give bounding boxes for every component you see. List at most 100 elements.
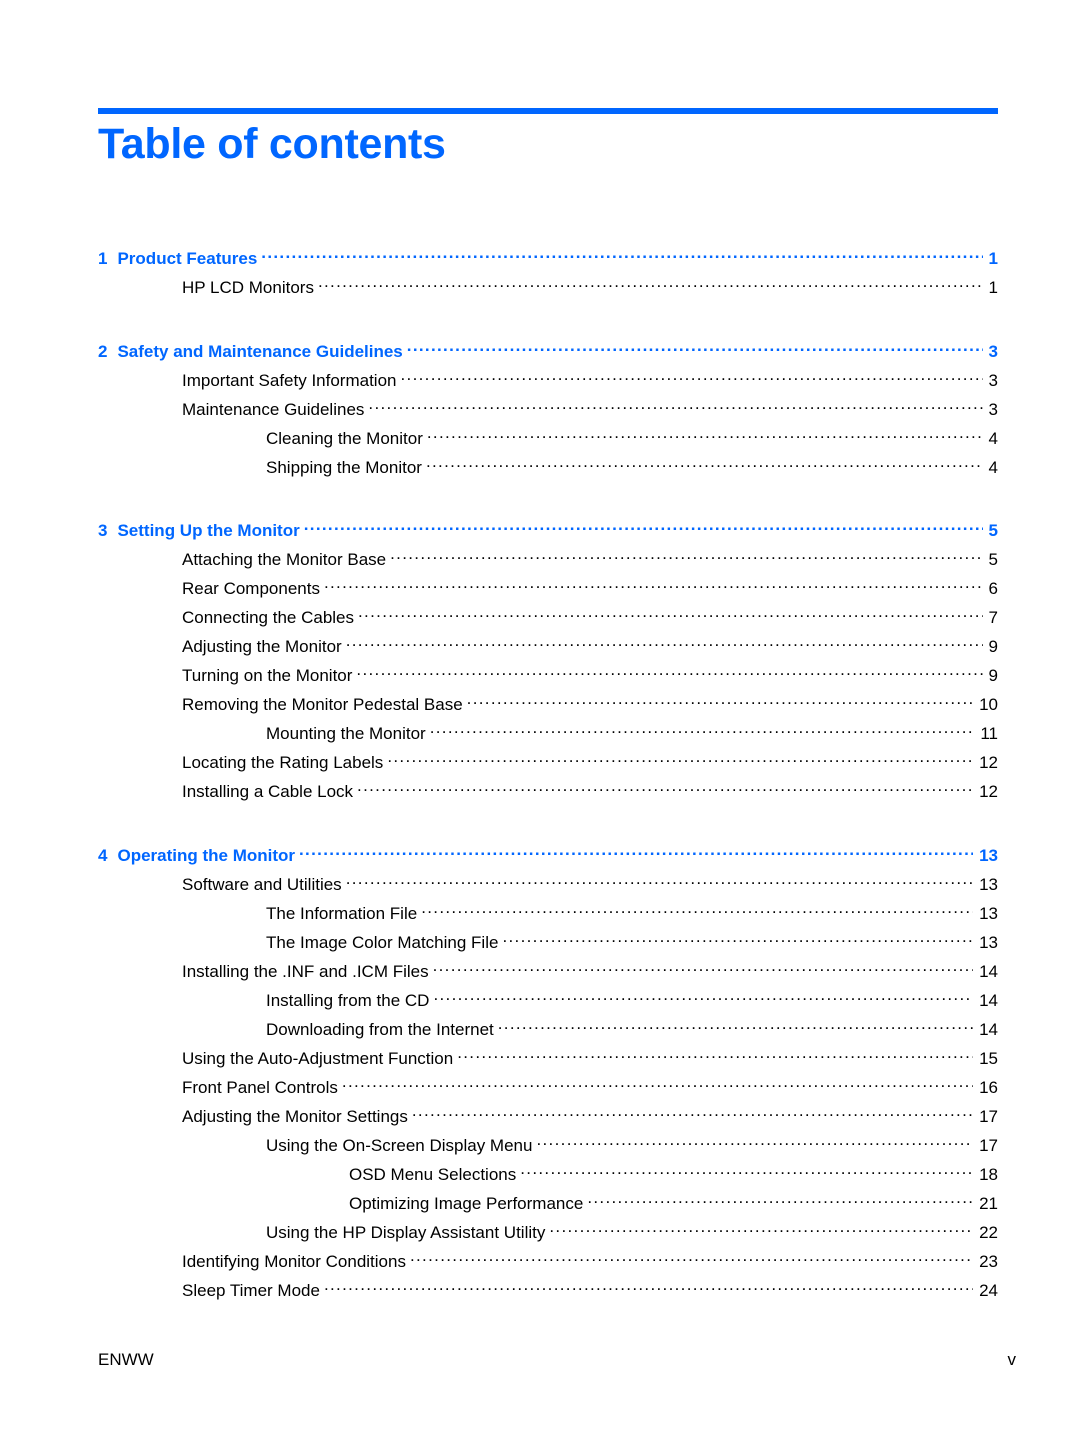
toc-entry-title[interactable]: Using the HP Display Assistant Utility	[266, 1223, 545, 1242]
toc-page-number[interactable]: 1	[983, 277, 998, 299]
toc-entry[interactable]: Mounting the Monitor 11	[98, 717, 998, 743]
toc-entry[interactable]: Shipping the Monitor 4	[98, 451, 998, 477]
toc-entry-title[interactable]: Rear Components	[182, 579, 320, 598]
toc-chapter-entry[interactable]: 3 Setting Up the Monitor 5	[98, 514, 998, 540]
toc-page-number[interactable]: 22	[973, 1222, 998, 1244]
toc-entry-label[interactable]: Using the On-Screen Display Menu	[98, 1135, 536, 1157]
toc-entry[interactable]: HP LCD Monitors 1	[98, 271, 998, 297]
toc-entry[interactable]: Installing a Cable Lock 12	[98, 775, 998, 801]
toc-page-number[interactable]: 14	[973, 961, 998, 983]
toc-entry-title[interactable]: Attaching the Monitor Base	[182, 550, 386, 569]
toc-page-number[interactable]: 5	[983, 520, 998, 542]
toc-entry[interactable]: The Information File 13	[98, 897, 998, 923]
toc-entry-label[interactable]: The Information File	[98, 903, 421, 925]
toc-entry-label[interactable]: HP LCD Monitors	[98, 277, 318, 299]
toc-page-number[interactable]: 14	[973, 990, 998, 1012]
toc-page-number[interactable]: 13	[973, 903, 998, 925]
toc-entry-title[interactable]: Safety and Maintenance Guidelines	[117, 342, 402, 361]
toc-page-number[interactable]: 6	[983, 578, 998, 600]
toc-entry-title[interactable]: Maintenance Guidelines	[182, 400, 364, 419]
toc-page-number[interactable]: 17	[973, 1106, 998, 1128]
toc-page-number[interactable]: 9	[983, 665, 998, 687]
toc-page-number[interactable]: 18	[973, 1164, 998, 1186]
toc-entry-title[interactable]: Software and Utilities	[182, 875, 342, 894]
toc-entry[interactable]: Cleaning the Monitor 4	[98, 422, 998, 448]
toc-entry[interactable]: Using the On-Screen Display Menu 17	[98, 1129, 998, 1155]
toc-page-number[interactable]: 13	[973, 845, 998, 867]
toc-page-number[interactable]: 9	[983, 636, 998, 658]
toc-entry-title[interactable]: Identifying Monitor Conditions	[182, 1252, 406, 1271]
toc-page-number[interactable]: 7	[983, 607, 998, 629]
toc-entry-label[interactable]: 2 Safety and Maintenance Guidelines	[98, 341, 407, 363]
toc-entry-title[interactable]: Front Panel Controls	[182, 1078, 338, 1097]
toc-entry[interactable]: Downloading from the Internet 14	[98, 1013, 998, 1039]
toc-entry-title[interactable]: Shipping the Monitor	[266, 458, 422, 477]
toc-page-number[interactable]: 11	[974, 723, 998, 745]
toc-page-number[interactable]: 3	[983, 370, 998, 392]
toc-entry-label[interactable]: OSD Menu Selections	[98, 1164, 520, 1186]
toc-entry[interactable]: Sleep Timer Mode 24	[98, 1274, 998, 1300]
toc-entry-label[interactable]: Locating the Rating Labels	[98, 752, 387, 774]
toc-entry-label[interactable]: Rear Components	[98, 578, 324, 600]
toc-entry-title[interactable]: Sleep Timer Mode	[182, 1281, 320, 1300]
toc-entry-title[interactable]: The Information File	[266, 904, 417, 923]
toc-entry-label[interactable]: Adjusting the Monitor Settings	[98, 1106, 412, 1128]
toc-entry[interactable]: Rear Components 6	[98, 572, 998, 598]
toc-entry[interactable]: Front Panel Controls 16	[98, 1071, 998, 1097]
toc-chapter-entry[interactable]: 2 Safety and Maintenance Guidelines 3	[98, 335, 998, 361]
toc-page-number[interactable]: 5	[983, 549, 998, 571]
toc-entry-title[interactable]: Turning on the Monitor	[182, 666, 352, 685]
toc-entry-title[interactable]: Using the Auto-Adjustment Function	[182, 1049, 453, 1068]
toc-entry[interactable]: The Image Color Matching File 13	[98, 926, 998, 952]
toc-entry-title[interactable]: HP LCD Monitors	[182, 278, 314, 297]
toc-chapter-entry[interactable]: 4 Operating the Monitor 13	[98, 839, 998, 865]
toc-entry-label[interactable]: Shipping the Monitor	[98, 457, 426, 479]
toc-page-number[interactable]: 3	[983, 341, 998, 363]
toc-entry[interactable]: Software and Utilities 13	[98, 868, 998, 894]
toc-entry[interactable]: Identifying Monitor Conditions 23	[98, 1245, 998, 1271]
toc-entry-title[interactable]: Adjusting the Monitor	[182, 637, 342, 656]
toc-entry-title[interactable]: Setting Up the Monitor	[117, 521, 299, 540]
toc-entry-label[interactable]: Installing the .INF and .ICM Files	[98, 961, 433, 983]
toc-entry-title[interactable]: Important Safety Information	[182, 371, 397, 390]
toc-page-number[interactable]: 4	[983, 457, 998, 479]
toc-entry-label[interactable]: 1 Product Features	[98, 248, 261, 270]
toc-page-number[interactable]: 13	[973, 874, 998, 896]
toc-entry-title[interactable]: Installing from the CD	[266, 991, 429, 1010]
toc-page-number[interactable]: 16	[973, 1077, 998, 1099]
toc-entry-title[interactable]: Connecting the Cables	[182, 608, 354, 627]
toc-entry[interactable]: Adjusting the Monitor Settings 17	[98, 1100, 998, 1126]
toc-chapter-entry[interactable]: 1 Product Features 1	[98, 242, 998, 268]
toc-page-number[interactable]: 4	[983, 428, 998, 450]
toc-entry-label[interactable]: The Image Color Matching File	[98, 932, 502, 954]
toc-entry-label[interactable]: Adjusting the Monitor	[98, 636, 346, 658]
toc-entry-label[interactable]: Installing from the CD	[98, 990, 433, 1012]
toc-page-number[interactable]: 12	[973, 781, 998, 803]
toc-entry[interactable]: Connecting the Cables 7	[98, 601, 998, 627]
toc-entry-label[interactable]: Downloading from the Internet	[98, 1019, 498, 1041]
toc-entry-label[interactable]: Turning on the Monitor	[98, 665, 356, 687]
toc-page-number[interactable]: 3	[983, 399, 998, 421]
toc-entry-title[interactable]: Adjusting the Monitor Settings	[182, 1107, 408, 1126]
toc-entry-label[interactable]: 4 Operating the Monitor	[98, 845, 299, 867]
toc-entry-label[interactable]: Attaching the Monitor Base	[98, 549, 390, 571]
toc-entry-label[interactable]: Software and Utilities	[98, 874, 346, 896]
toc-entry[interactable]: Important Safety Information 3	[98, 364, 998, 390]
toc-entry[interactable]: Maintenance Guidelines 3	[98, 393, 998, 419]
toc-entry-label[interactable]: Front Panel Controls	[98, 1077, 342, 1099]
toc-entry-title[interactable]: Using the On-Screen Display Menu	[266, 1136, 532, 1155]
toc-entry-label[interactable]: Important Safety Information	[98, 370, 401, 392]
toc-page-number[interactable]: 23	[973, 1251, 998, 1273]
toc-page-number[interactable]: 10	[973, 694, 998, 716]
toc-entry[interactable]: Installing the .INF and .ICM Files 14	[98, 955, 998, 981]
toc-entry-label[interactable]: Identifying Monitor Conditions	[98, 1251, 410, 1273]
toc-entry[interactable]: Locating the Rating Labels 12	[98, 746, 998, 772]
toc-entry-label[interactable]: Cleaning the Monitor	[98, 428, 427, 450]
toc-entry-label[interactable]: Connecting the Cables	[98, 607, 358, 629]
toc-entry-label[interactable]: Using the HP Display Assistant Utility	[98, 1222, 549, 1244]
toc-entry[interactable]: Removing the Monitor Pedestal Base 10	[98, 688, 998, 714]
toc-entry[interactable]: Installing from the CD 14	[98, 984, 998, 1010]
toc-entry-title[interactable]: Operating the Monitor	[117, 846, 295, 865]
toc-entry-label[interactable]: Removing the Monitor Pedestal Base	[98, 694, 467, 716]
toc-entry-title[interactable]: Installing a Cable Lock	[182, 782, 353, 801]
